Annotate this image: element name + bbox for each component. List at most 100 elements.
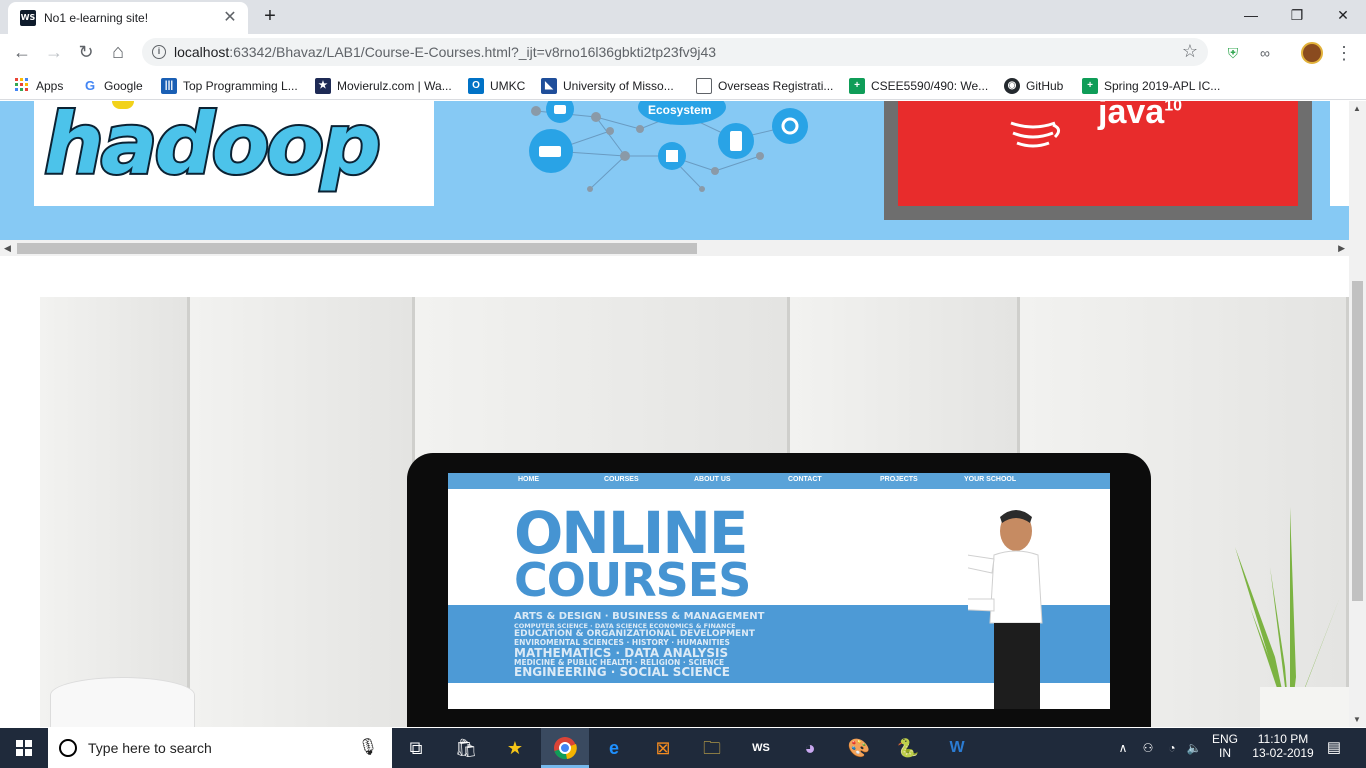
bookmarks-bar: Apps G Google ||| Top Programming L... ★ Mo… [0,70,1366,100]
language-indicator[interactable]: ENG IN [1210,728,1240,768]
start-button[interactable] [0,728,48,768]
slide-ecosystem[interactable]: Ecosystem [470,101,830,211]
coffee-mug [50,677,195,727]
back-icon[interactable]: ← [8,38,36,66]
subject-line: ENGINEERING · SOCIAL SCIENCE [514,665,730,679]
clock[interactable]: 11:10 PM 13-02-2019 [1246,728,1320,768]
github-desktop-icon[interactable]: ◕ [786,728,834,768]
hero-image: HOME COURSES ABOUT US CONTACT PROJECTS Y… [40,297,1349,727]
slide-hadoop[interactable]: hadoop [34,101,434,206]
wifi-icon[interactable]: ◔ [1162,728,1182,768]
microphone-icon[interactable]: 🎙 [358,737,378,757]
hero-title-courses: COURSES [514,553,751,607]
carousel-horizontal-scrollbar[interactable]: ◀ ▶ [0,240,1349,256]
bookmark-top-programming[interactable]: ||| Top Programming L... [161,76,298,94]
apps-icon [14,77,30,94]
webstorm-favicon-icon: WS [20,10,36,26]
slide-next-edge[interactable] [1330,101,1349,206]
screen-nav-item: COURSES [604,476,639,483]
new-tab-button[interactable]: + [258,5,282,29]
ecosystem-label: Ecosystem [648,103,712,117]
address-bar[interactable]: i localhost:63342/Bhavaz/LAB1/Course-E-C… [142,38,1208,66]
url-host: localhost [174,44,230,60]
glasses-extension-icon[interactable]: ∞ [1254,42,1276,64]
screen-nav-item: CONTACT [788,476,822,483]
java-banner: java10 [898,101,1298,206]
minimize-icon[interactable]: — [1228,0,1274,30]
paint-icon[interactable]: 🎨 [835,728,883,768]
page-vertical-scrollbar[interactable]: ▲ ▼ [1349,101,1366,727]
shield-extension-icon[interactable]: ⛨ [1222,42,1244,64]
home-icon[interactable]: ⌂ [104,38,132,66]
info-icon[interactable]: i [152,45,166,59]
google-icon: G [82,77,98,94]
ecosystem-network-icon [529,101,808,192]
laptop-screen: HOME COURSES ABOUT US CONTACT PROJECTS Y… [448,473,1110,709]
python-icon[interactable]: 🐍 [884,728,932,768]
tray-caret-icon[interactable]: ∧ [1114,728,1132,768]
sheets-icon: + [849,77,865,94]
profile-avatar[interactable] [1301,42,1323,64]
tab-strip: WS No1 e-learning site! ✕ + — ❐ ✕ [0,0,1366,34]
notifications-icon[interactable]: ▤ [1322,728,1346,768]
file-explorer-icon[interactable]: 🗀 [688,728,736,768]
bookmark-github[interactable]: ◉ GitHub [1004,76,1063,94]
restore-icon[interactable]: ❐ [1274,0,1320,30]
java-logo: java10 [1098,101,1182,131]
bookmark-umkc[interactable]: O UMKC [468,76,525,94]
java-cup-icon [1010,121,1060,148]
tab-active[interactable]: WS No1 e-learning site! ✕ [8,2,248,34]
taskbar-search-placeholder: Type here to search [88,740,212,756]
bookmark-overseas[interactable]: Overseas Registrati... [696,76,833,94]
plant-icon [1235,507,1349,727]
webstorm-icon[interactable]: WS [737,728,785,768]
wood-plank [40,297,190,727]
window-close-icon[interactable]: ✕ [1320,0,1366,30]
bars-icon: ||| [161,77,177,94]
scroll-left-icon[interactable]: ◀ [4,243,11,254]
clock-date: 13-02-2019 [1252,746,1314,760]
edge-icon[interactable]: e [590,728,638,768]
taskbar-search[interactable]: Type here to search 🎙 [48,728,392,768]
screen-nav-item: HOME [518,476,539,483]
chrome-icon[interactable] [541,728,589,768]
windows-logo-icon [16,740,32,756]
lang-code: ENG [1211,732,1238,746]
network-icon[interactable]: ⚇ [1138,728,1158,768]
scroll-thumb[interactable] [17,243,697,254]
bookmark-movierulz[interactable]: ★ Movierulz.com | Wa... [315,76,452,94]
bookmark-spring[interactable]: + Spring 2019-APL IC... [1082,76,1220,94]
bookmark-google[interactable]: G Google [82,76,143,94]
slide-java[interactable]: java10 [884,101,1312,220]
screen-nav-item: ABOUT US [694,476,731,483]
menu-icon[interactable]: ⋮ [1333,42,1355,64]
reload-icon[interactable]: ↻ [72,38,100,66]
chrome-logo-icon [554,737,577,760]
browser-window: WS No1 e-learning site! ✕ + — ❐ ✕ ← → ↻ … [0,0,1366,768]
bookmark-university[interactable]: ◣ University of Misso... [541,76,674,94]
word-icon[interactable]: W [933,728,981,768]
url-text[interactable]: localhost:63342/Bhavaz/LAB1/Course-E-Cou… [174,44,716,60]
store-icon[interactable]: 🛍 [442,728,490,768]
clock-time: 11:10 PM [1257,732,1309,746]
xampp-icon[interactable]: ⊠ [639,728,687,768]
scroll-up-icon[interactable]: ▲ [1353,104,1361,113]
github-icon: ◉ [1004,77,1020,94]
windows-taskbar: Type here to search 🎙 ⧉ 🛍 ★ e ⊠ 🗀 WS ◕ 🎨… [0,728,1366,768]
volume-icon[interactable]: 🔈 [1184,728,1204,768]
bookmark-apps[interactable]: Apps [14,76,63,94]
presenter-person [968,510,1043,709]
screen-nav: HOME COURSES ABOUT US CONTACT PROJECTS Y… [448,473,1110,489]
tab-title: No1 e-learning site! [44,11,149,25]
bookmark-csee[interactable]: + CSEE5590/490: We... [849,76,988,94]
course-carousel[interactable]: hadoop Ecosystem java10 [0,101,1349,240]
bookmark-star-icon[interactable]: ☆ [1182,41,1198,62]
movie-icon: ★ [315,77,331,94]
task-view-icon[interactable]: ⧉ [392,728,440,768]
forward-icon[interactable]: → [40,38,68,66]
scroll-right-icon[interactable]: ▶ [1338,243,1345,254]
star-app-icon[interactable]: ★ [491,728,539,768]
scroll-down-icon[interactable]: ▼ [1353,715,1361,724]
tab-close-icon[interactable]: ✕ [220,8,240,28]
vertical-scroll-thumb[interactable] [1352,281,1363,601]
